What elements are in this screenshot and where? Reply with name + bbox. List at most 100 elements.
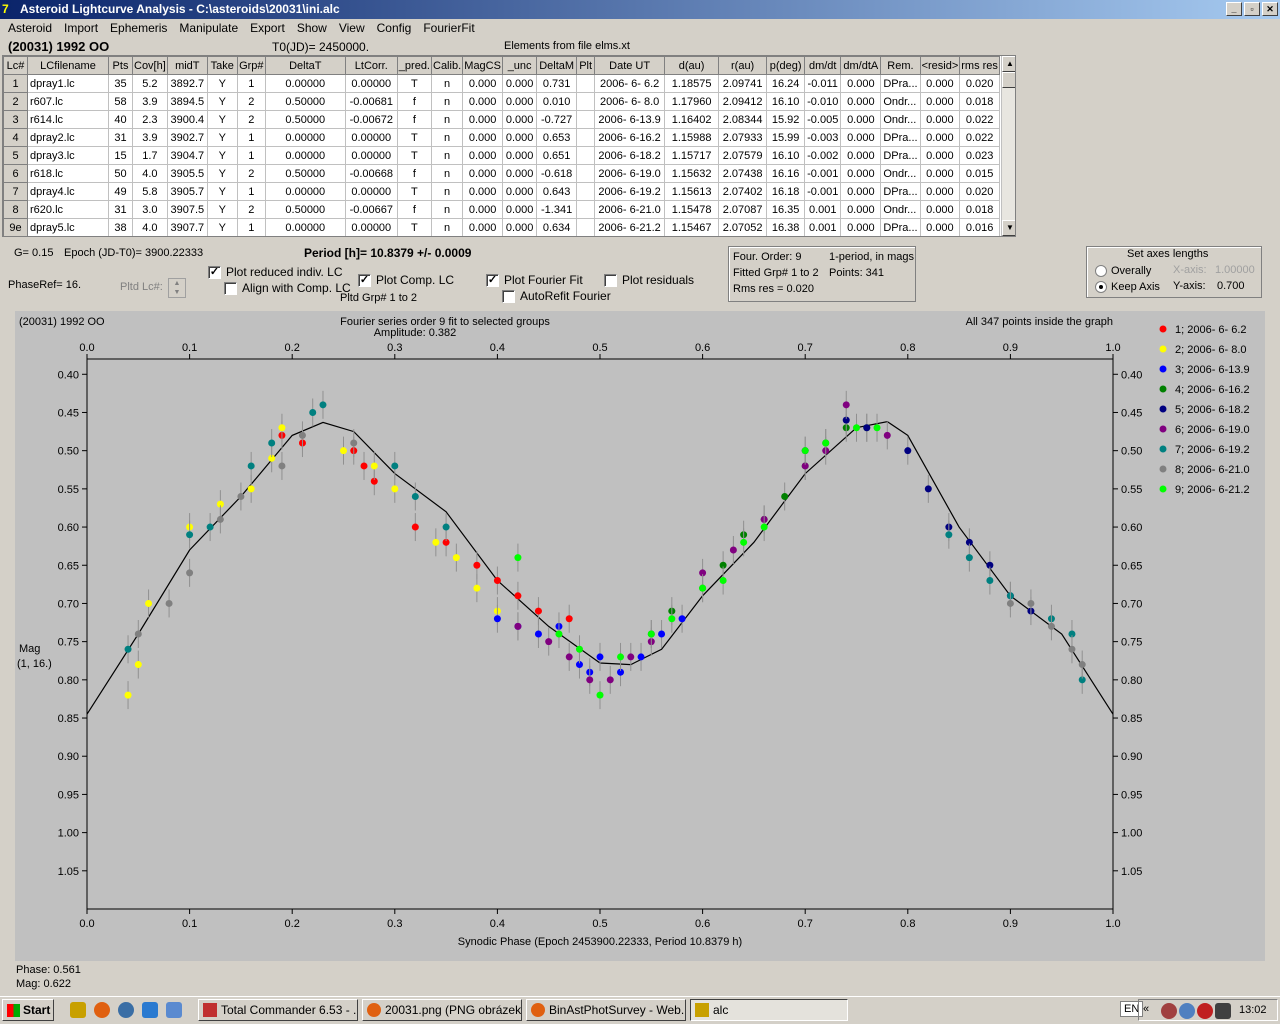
align-comp-checkbox[interactable]: Align with Comp. LC: [224, 281, 351, 295]
menu-config[interactable]: Config: [371, 19, 418, 37]
column-header[interactable]: MagCS: [462, 56, 504, 75]
ie-icon[interactable]: [142, 1002, 158, 1018]
table-cell[interactable]: n: [430, 92, 464, 111]
plot-fourier-checkbox[interactable]: ✓ Plot Fourier Fit: [486, 273, 583, 287]
table-cell[interactable]: 0.010: [536, 92, 578, 111]
table-cell[interactable]: -0.005: [804, 110, 842, 129]
table-cell[interactable]: Ondr...: [880, 92, 921, 111]
table-cell[interactable]: 0.000: [462, 182, 504, 201]
row-header[interactable]: 4: [3, 128, 28, 147]
table-cell[interactable]: 3905.5: [166, 164, 208, 183]
table-cell[interactable]: 1.15478: [664, 200, 720, 219]
table-cell[interactable]: DPra...: [880, 218, 921, 236]
table-cell[interactable]: 1: [236, 74, 266, 93]
table-cell[interactable]: [576, 218, 596, 236]
tray-network-icon[interactable]: [1179, 1003, 1195, 1019]
table-cell[interactable]: 0.000: [462, 146, 504, 165]
table-cell[interactable]: n: [430, 128, 464, 147]
table-cell[interactable]: f: [396, 92, 433, 111]
table-cell[interactable]: 0.00000: [344, 182, 398, 201]
table-cell[interactable]: -0.727: [536, 110, 578, 129]
table-cell[interactable]: [576, 92, 596, 111]
table-cell[interactable]: 38: [108, 218, 133, 236]
table-cell[interactable]: 0.000: [502, 110, 538, 129]
column-header[interactable]: rms res: [959, 56, 1000, 75]
task-binast[interactable]: BinAstPhotSurvey - Web...: [526, 999, 686, 1021]
table-cell[interactable]: 15: [108, 146, 133, 165]
table-cell[interactable]: 0.634: [536, 218, 578, 236]
desktop-icon[interactable]: [166, 1002, 182, 1018]
table-cell[interactable]: 0.000: [462, 92, 504, 111]
table-cell[interactable]: 0.000: [502, 128, 538, 147]
table-cell[interactable]: 1.15988: [664, 128, 720, 147]
table-cell[interactable]: T: [396, 182, 433, 201]
table-cell[interactable]: Y: [206, 164, 238, 183]
table-cell[interactable]: 0.000: [840, 218, 882, 236]
table-cell[interactable]: 0.651: [536, 146, 578, 165]
table-cell[interactable]: 0.000: [462, 128, 504, 147]
menu-ephemeris[interactable]: Ephemeris: [104, 19, 173, 37]
table-cell[interactable]: -0.002: [804, 146, 842, 165]
table-cell[interactable]: 1.18575: [664, 74, 720, 93]
table-cell[interactable]: dpray3.lc: [27, 146, 109, 165]
menu-manipulate[interactable]: Manipulate: [173, 19, 244, 37]
autorefit-checkbox[interactable]: AutoRefit Fourier: [502, 289, 611, 303]
table-cell[interactable]: Y: [206, 110, 238, 129]
table-cell[interactable]: n: [430, 182, 464, 201]
table-cell[interactable]: 2: [236, 200, 266, 219]
table-cell[interactable]: 1.17960: [664, 92, 720, 111]
table-cell[interactable]: 0.000: [462, 200, 504, 219]
table-cell[interactable]: r618.lc: [27, 164, 109, 183]
table-cell[interactable]: 2: [236, 164, 266, 183]
column-header[interactable]: LtCorr.: [344, 56, 398, 75]
table-cell[interactable]: 31: [108, 128, 133, 147]
column-header[interactable]: Grp#: [236, 56, 266, 75]
table-cell[interactable]: -0.00672: [344, 110, 398, 129]
table-cell[interactable]: 0.018: [959, 200, 1000, 219]
table-cell[interactable]: 2.07438: [718, 164, 768, 183]
table-cell[interactable]: Y: [206, 74, 238, 93]
plot-comp-checkbox[interactable]: ✓ Plot Comp. LC: [358, 273, 454, 287]
table-cell[interactable]: 0.643: [536, 182, 578, 201]
table-cell[interactable]: f: [396, 164, 433, 183]
column-header[interactable]: Rem.: [880, 56, 921, 75]
row-header[interactable]: 7: [3, 182, 28, 201]
table-cell[interactable]: n: [430, 218, 464, 236]
maximize-button[interactable]: ▫: [1244, 2, 1260, 16]
table-cell[interactable]: 0.50000: [264, 200, 346, 219]
table-row[interactable]: 2 r607.lc 58 3.9 3894.5 Y 2 0.50000 -0.00681 f n 0.…: [3, 92, 1000, 111]
table-cell[interactable]: 0.00000: [344, 128, 398, 147]
table-cell[interactable]: 1: [236, 218, 266, 236]
tray-expand-icon[interactable]: «: [1143, 1003, 1149, 1015]
table-cell[interactable]: 2006- 6- 6.2: [594, 74, 666, 93]
table-cell[interactable]: 50: [108, 164, 133, 183]
overally-radio[interactable]: Overally: [1095, 265, 1151, 277]
table-cell[interactable]: 0.00000: [264, 182, 346, 201]
table-cell[interactable]: T: [396, 74, 433, 93]
table-cell[interactable]: DPra...: [880, 128, 921, 147]
table-cell[interactable]: Y: [206, 128, 238, 147]
table-cell[interactable]: 1: [236, 128, 266, 147]
table-cell[interactable]: Y: [206, 146, 238, 165]
row-header[interactable]: 5: [3, 146, 28, 165]
table-cell[interactable]: 0.00000: [344, 74, 398, 93]
table-cell[interactable]: 0.000: [502, 92, 538, 111]
column-header[interactable]: midT: [166, 56, 208, 75]
row-header[interactable]: 1: [3, 74, 28, 93]
table-cell[interactable]: 0.000: [840, 182, 882, 201]
column-header[interactable]: Plt: [576, 56, 596, 75]
table-cell[interactable]: 0.016: [959, 218, 1000, 236]
table-cell[interactable]: 31: [108, 200, 133, 219]
table-cell[interactable]: 3900.4: [166, 110, 208, 129]
table-cell[interactable]: 0.000: [919, 110, 961, 129]
table-cell[interactable]: 2006- 6-19.2: [594, 182, 666, 201]
table-cell[interactable]: 3.0: [132, 200, 168, 219]
table-cell[interactable]: 3904.7: [166, 146, 208, 165]
table-cell[interactable]: 3892.7: [166, 74, 208, 93]
start-button[interactable]: Start: [2, 999, 54, 1021]
table-cell[interactable]: 3907.5: [166, 200, 208, 219]
row-header[interactable]: 3: [3, 110, 28, 129]
table-cell[interactable]: 0.020: [959, 74, 1000, 93]
table-cell[interactable]: 0.000: [462, 110, 504, 129]
table-cell[interactable]: 3902.7: [166, 128, 208, 147]
